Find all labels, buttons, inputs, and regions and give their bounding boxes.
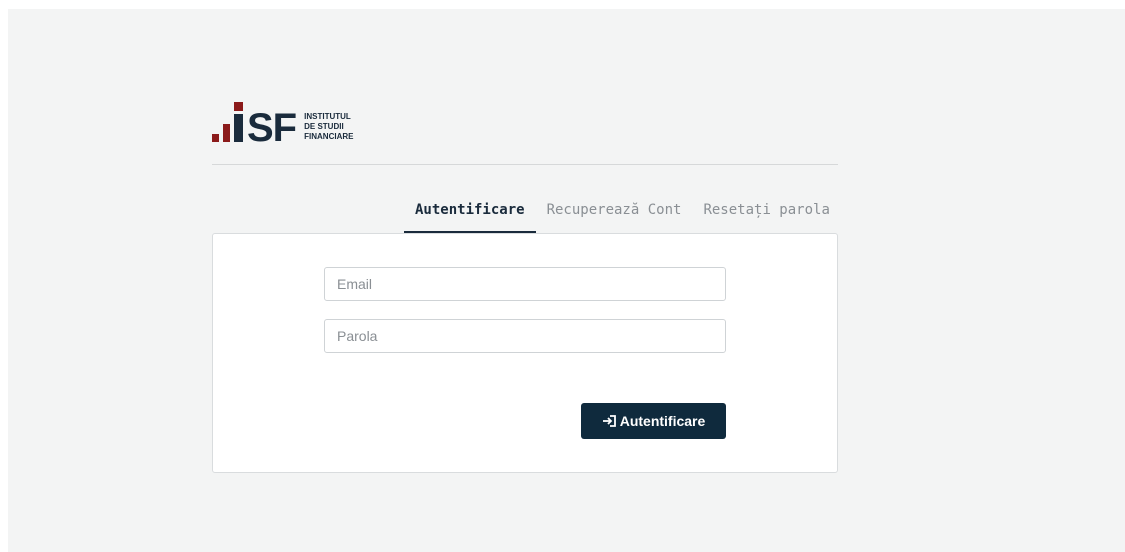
logo-text: INSTITUTUL DE STUDII FINANCIARE (304, 112, 353, 142)
tab-recover-account[interactable]: Recuperează Cont (536, 193, 693, 231)
login-icon (602, 413, 618, 429)
header-divider (212, 164, 838, 165)
logo-text-line: FINANCIARE (304, 132, 354, 141)
login-button-label: Autentificare (619, 413, 706, 429)
logo-mark: SF (212, 90, 297, 150)
email-input[interactable] (324, 267, 726, 301)
logo-text-line: DE STUDII (304, 122, 344, 131)
login-button[interactable]: Autentificare (581, 403, 726, 439)
auth-tabs: Autentificare Recuperează Cont Resetați … (404, 193, 841, 234)
logo-text-line: INSTITUTUL (304, 112, 351, 121)
password-input[interactable] (324, 319, 726, 353)
tab-reset-password[interactable]: Resetați parola (692, 193, 840, 231)
logo-bar (223, 124, 230, 142)
login-card: Autentificare (212, 233, 838, 473)
logo-bar (212, 134, 219, 142)
logo-letters: SF (247, 106, 297, 150)
isf-logo: SF INSTITUTUL DE STUDII FINANCIARE (212, 86, 353, 150)
logo-letter-i (234, 102, 243, 142)
tab-login[interactable]: Autentificare (404, 193, 536, 233)
